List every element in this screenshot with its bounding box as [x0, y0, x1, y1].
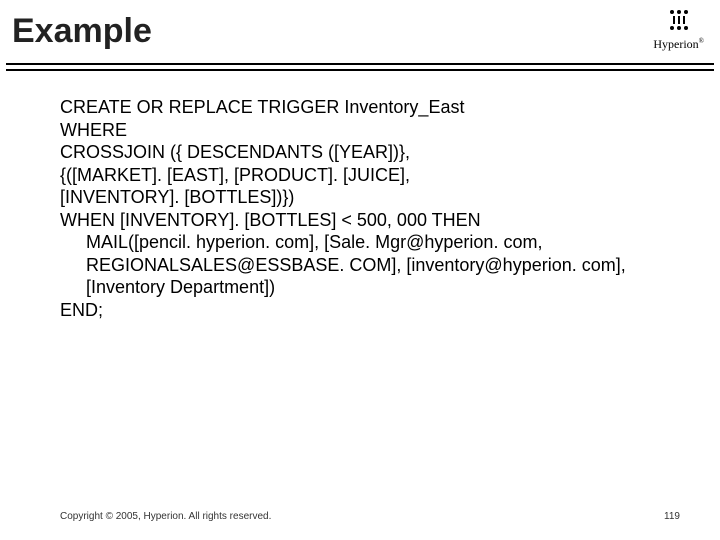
slide: Example Hyperion® CREATE OR REPLACE TRIG… [0, 0, 720, 540]
code-line: WHERE [60, 119, 680, 142]
code-line: CROSSJOIN ({ DESCENDANTS ([YEAR])}, [60, 141, 680, 164]
code-line: REGIONALSALES@ESSBASE. COM], [inventory@… [60, 254, 680, 277]
hyperion-logo: Hyperion® [653, 10, 704, 52]
code-line: [INVENTORY]. [BOTTLES])}) [60, 186, 680, 209]
code-line: [Inventory Department]) [60, 276, 680, 299]
logo-name: Hyperion [653, 37, 698, 51]
page-number: 119 [664, 511, 680, 522]
logo-glyph-icon [670, 10, 688, 30]
divider-bottom [6, 69, 714, 71]
code-line: {([MARKET]. [EAST], [PRODUCT]. [JUICE], [60, 164, 680, 187]
slide-title: Example [12, 12, 708, 51]
title-row: Example [12, 12, 708, 61]
code-line: END; [60, 299, 680, 322]
logo-text: Hyperion® [653, 37, 704, 52]
divider-top [6, 63, 714, 65]
code-line: WHEN [INVENTORY]. [BOTTLES] < 500, 000 T… [60, 209, 680, 232]
copyright-text: Copyright © 2005, Hyperion. All rights r… [60, 511, 271, 522]
code-line: MAIL([pencil. hyperion. com], [Sale. Mgr… [60, 231, 680, 254]
code-line: CREATE OR REPLACE TRIGGER Inventory_East [60, 96, 680, 119]
logo-trademark: ® [699, 37, 704, 45]
footer: Copyright © 2005, Hyperion. All rights r… [60, 511, 680, 522]
code-block: CREATE OR REPLACE TRIGGER Inventory_East… [60, 96, 680, 321]
